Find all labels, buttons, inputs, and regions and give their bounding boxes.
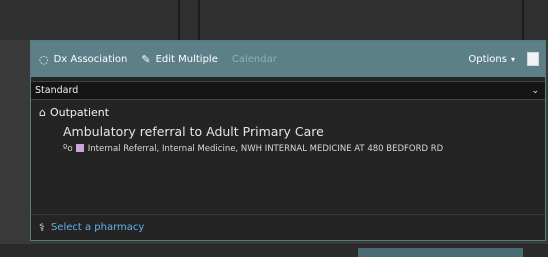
calendar-label: Calendar (231, 53, 277, 65)
home-icon: ⌂ (39, 106, 46, 119)
background-header (0, 0, 548, 40)
order-detail: ºo Internal Referral, Internal Medicine, … (63, 143, 533, 156)
background-divider (198, 0, 200, 40)
options-label: Options (468, 53, 507, 65)
toolbar: ◌ Dx Association ✎ Edit Multiple Calenda… (31, 41, 545, 77)
edit-multiple-label: Edit Multiple (155, 53, 218, 65)
chevron-down-icon: ▾ (510, 54, 515, 64)
order-panel: ◌ Dx Association ✎ Edit Multiple Calenda… (30, 40, 546, 241)
view-select-value: Standard (35, 85, 79, 96)
order-detail-text: Internal Referral, Internal Medicine, NW… (87, 144, 444, 154)
pharmacy-footer: ⚕ Select a pharmacy (31, 214, 545, 240)
view-select[interactable]: Standard ⌄ (31, 81, 545, 100)
background-divider (178, 0, 180, 40)
dx-association-label: Dx Association (53, 53, 128, 65)
referral-icon: ºo (63, 144, 73, 154)
order-title[interactable]: Ambulatory referral to Adult Primary Car… (63, 124, 537, 139)
pharmacy-icon: ⚕ (39, 221, 45, 234)
pencil-icon: ✎ (141, 52, 151, 66)
panel-toggle-icon[interactable] (527, 52, 539, 66)
options-button[interactable]: Options ▾ (468, 54, 515, 65)
background-divider (522, 0, 524, 40)
select-pharmacy-link[interactable]: Select a pharmacy (51, 222, 144, 233)
circle-icon: ◌ (39, 52, 49, 66)
order-category: ⌂ Outpatient (39, 106, 537, 119)
order-item: ⌂ Outpatient Ambulatory referral to Adul… (31, 100, 545, 156)
order-category-label: Outpatient (49, 106, 110, 119)
chevron-down-icon: ⌄ (531, 85, 539, 96)
calendar-button[interactable]: Calendar (232, 54, 277, 65)
dx-association-button[interactable]: ◌ Dx Association (39, 53, 127, 66)
color-swatch (75, 144, 84, 152)
edit-multiple-button[interactable]: ✎ Edit Multiple (141, 53, 217, 66)
background-tab[interactable] (358, 248, 523, 257)
